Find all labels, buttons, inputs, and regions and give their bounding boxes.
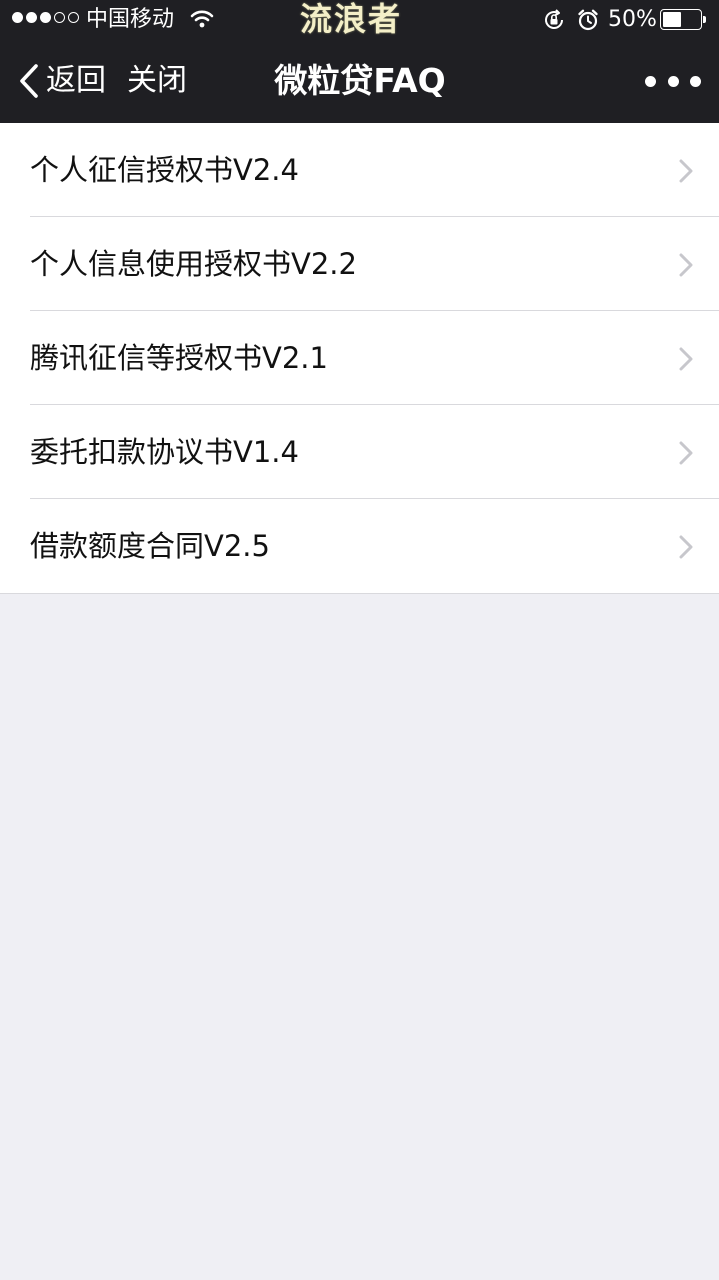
chevron-right-icon <box>679 441 693 465</box>
back-button[interactable]: 返回 <box>18 60 106 102</box>
header: 中国移动 流浪者 50% 返回 关闭 微粒贷FAQ <box>0 0 719 123</box>
signal-dots-icon <box>12 12 79 23</box>
list-item-label: 委托扣款协议书V1.4 <box>30 435 299 469</box>
chevron-right-icon <box>679 535 693 559</box>
chevron-right-icon <box>679 253 693 277</box>
close-button[interactable]: 关闭 <box>127 60 187 102</box>
list-item-label: 借款额度合同V2.5 <box>30 529 270 563</box>
wifi-icon <box>190 10 214 28</box>
chevron-left-icon <box>20 64 38 98</box>
alarm-clock-icon <box>578 9 598 31</box>
watermark: 流浪者 <box>300 0 403 38</box>
status-bar: 中国移动 流浪者 50% <box>0 0 719 40</box>
list-item[interactable]: 个人征信授权书V2.4 <box>0 123 719 217</box>
carrier-name: 中国移动 <box>86 7 175 32</box>
back-label: 返回 <box>46 63 106 98</box>
list-item[interactable]: 借款额度合同V2.5 <box>0 499 719 593</box>
list-item-label: 个人信息使用授权书V2.2 <box>30 247 357 281</box>
chevron-right-icon <box>679 159 693 183</box>
list-item[interactable]: 委托扣款协议书V1.4 <box>0 405 719 499</box>
battery-icon <box>660 9 708 30</box>
list-item[interactable]: 腾讯征信等授权书V2.1 <box>0 311 719 405</box>
list-item-label: 腾讯征信等授权书V2.1 <box>30 341 328 375</box>
battery-percent: 50% <box>608 7 657 32</box>
orientation-lock-icon <box>545 9 563 29</box>
page-title: 微粒贷FAQ <box>274 61 446 100</box>
list-item-label: 个人征信授权书V2.4 <box>30 153 299 187</box>
document-list: 个人征信授权书V2.4 个人信息使用授权书V2.2 腾讯征信等授权书V2.1 委… <box>0 123 719 594</box>
chevron-right-icon <box>679 347 693 371</box>
more-dots-icon[interactable] <box>645 66 701 96</box>
list-item[interactable]: 个人信息使用授权书V2.2 <box>0 217 719 311</box>
